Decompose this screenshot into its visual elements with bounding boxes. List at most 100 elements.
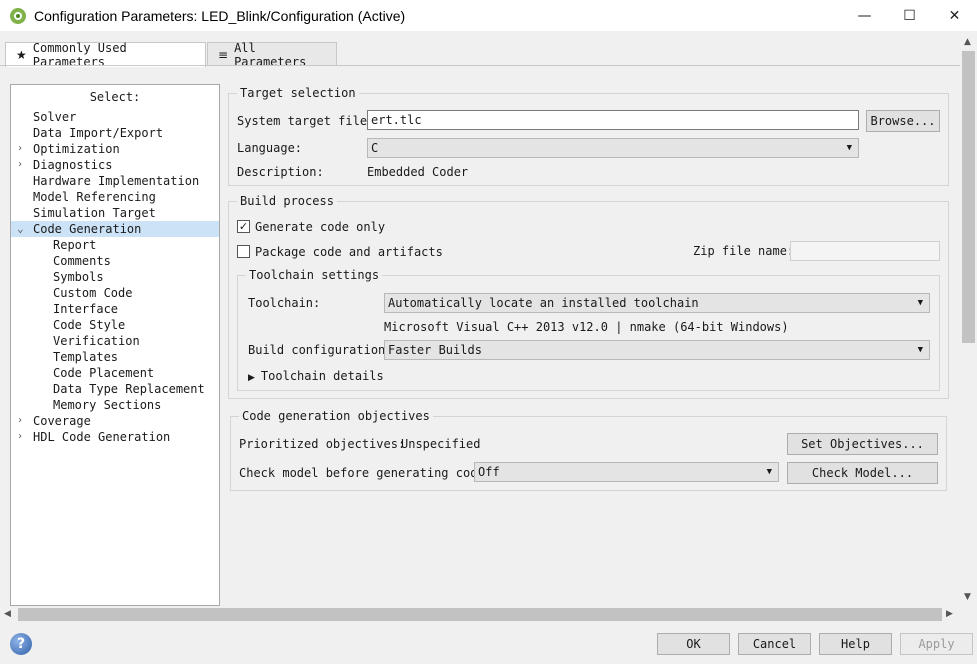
tree-item-symbols[interactable]: Symbols [11, 269, 219, 285]
tab-commonly-used[interactable]: ★ Commonly Used Parameters [5, 41, 206, 69]
group-title: Build process [237, 194, 337, 208]
group-title: Code generation objectives [239, 409, 433, 423]
generate-code-only-label: Generate code only [255, 220, 386, 234]
window-title: Configuration Parameters: LED_Blink/Conf… [34, 7, 406, 24]
chevron-down-icon[interactable]: ⌄ [17, 221, 24, 237]
build-configuration-label: Build configuration: [248, 343, 393, 357]
tree-item-interface[interactable]: Interface [11, 301, 219, 317]
tree-item-label: Interface [53, 302, 119, 316]
tab-bar: ★ Commonly Used Parameters ≡ All Paramet… [0, 41, 977, 69]
tree-item-label: Memory Sections [53, 398, 162, 412]
apply-button[interactable]: Apply [900, 633, 973, 655]
generate-code-only-checkbox[interactable]: ✓ [237, 220, 250, 233]
vertical-scroll-thumb[interactable] [962, 51, 975, 343]
scroll-right-icon[interactable]: ▶ [946, 609, 953, 619]
horizontal-scrollbar[interactable]: ◀ ▶ [0, 606, 960, 623]
zip-file-input[interactable] [790, 241, 940, 261]
set-objectives-button[interactable]: Set Objectives... [787, 433, 938, 455]
tree-item-hdl-code-generation[interactable]: › HDL Code Generation [11, 429, 219, 445]
list-icon: ≡ [218, 47, 229, 62]
toolchain-value: Automatically locate an installed toolch… [388, 296, 699, 310]
group-title: Target selection [237, 86, 359, 100]
tree-item-label: Coverage [33, 414, 91, 428]
system-target-input[interactable]: ert.tlc [367, 110, 859, 130]
cancel-button[interactable]: Cancel [738, 633, 811, 655]
minimize-button[interactable]: — [842, 0, 887, 31]
toolchain-details-toggle[interactable]: ▶ Toolchain details [248, 369, 384, 383]
tree-item-templates[interactable]: Templates [11, 349, 219, 365]
language-label: Language: [237, 141, 303, 155]
tree-item-label: Custom Code [53, 286, 133, 300]
tree-item-optimization[interactable]: › Optimization [11, 141, 219, 157]
check-model-value: Off [478, 465, 500, 479]
tree-item-memory-sections[interactable]: Memory Sections [11, 397, 219, 413]
tree-item-custom-code[interactable]: Custom Code [11, 285, 219, 301]
tree-item-hardware-implementation[interactable]: Hardware Implementation [11, 173, 219, 189]
scroll-left-icon[interactable]: ◀ [4, 609, 11, 619]
horizontal-scroll-thumb[interactable] [18, 608, 942, 621]
tree-item-label: Data Type Replacement [53, 382, 205, 396]
tree-item-label: Code Style [53, 318, 126, 332]
build-process-group: Build process ✓ Generate code only Packa… [228, 194, 949, 399]
dropdown-arrow-icon: ▼ [766, 467, 772, 477]
help-icon[interactable]: ? [10, 633, 32, 655]
category-tree: Select: Solver Data Import/Export › Optim… [10, 84, 220, 606]
tab-divider [0, 65, 960, 66]
tree-item-label: HDL Code Generation [33, 430, 171, 444]
chevron-right-icon[interactable]: › [17, 141, 23, 157]
scroll-down-icon[interactable]: ▼ [964, 592, 971, 602]
browse-button[interactable]: Browse... [866, 110, 940, 132]
toolchain-select[interactable]: Automatically locate an installed toolch… [384, 293, 930, 313]
package-code-label: Package code and artifacts [255, 245, 443, 259]
tree-item-verification[interactable]: Verification [11, 333, 219, 349]
tree-item-diagnostics[interactable]: › Diagnostics [11, 157, 219, 173]
tree-item-report[interactable]: Report [11, 237, 219, 253]
tree-title: Select: [89, 90, 141, 104]
tree-item-label: Hardware Implementation [33, 174, 200, 188]
tree-item-code-placement[interactable]: Code Placement [11, 365, 219, 381]
title-bar: Configuration Parameters: LED_Blink/Conf… [0, 0, 977, 31]
close-button[interactable]: ✕ [932, 0, 977, 31]
language-value: C [371, 141, 379, 155]
toolchain-info: Microsoft Visual C++ 2013 v12.0 | nmake … [384, 320, 789, 334]
check-model-label: Check model before generating code: [239, 466, 492, 480]
toolchain-label: Toolchain: [248, 296, 321, 310]
toolchain-settings-group: Toolchain settings Toolchain: Automatica… [237, 268, 940, 391]
build-configuration-select[interactable]: Faster Builds ▼ [384, 340, 930, 360]
tree-item-code-style[interactable]: Code Style [11, 317, 219, 333]
vertical-scrollbar[interactable]: ▲ ▼ [960, 34, 977, 606]
check-model-select[interactable]: Off ▼ [474, 462, 779, 482]
tree-item-label: Symbols [53, 270, 104, 284]
build-configuration-value: Faster Builds [388, 343, 482, 357]
tree-item-label: Comments [53, 254, 111, 268]
tab-all-parameters[interactable]: ≡ All Parameters [207, 41, 337, 69]
chevron-right-icon[interactable]: › [17, 429, 23, 445]
help-button[interactable]: Help [819, 633, 892, 655]
ok-button[interactable]: OK [657, 633, 730, 655]
tree-item-model-referencing[interactable]: Model Referencing [11, 189, 219, 205]
language-select[interactable]: C ▼ [367, 138, 859, 158]
tree-item-data-type-replacement[interactable]: Data Type Replacement [11, 381, 219, 397]
check-model-button[interactable]: Check Model... [787, 462, 938, 484]
tree-item-code-generation[interactable]: ⌄ Code Generation [11, 221, 219, 237]
tree-item-label: Data Import/Export [33, 126, 164, 140]
package-code-checkbox[interactable] [237, 245, 250, 258]
tree-item-comments[interactable]: Comments [11, 253, 219, 269]
tree-item-solver[interactable]: Solver [11, 109, 219, 125]
tree-item-simulation-target[interactable]: Simulation Target [11, 205, 219, 221]
toolchain-details-label: Toolchain details [260, 369, 384, 383]
chevron-right-icon[interactable]: › [17, 157, 23, 173]
prioritized-objectives-value: Unspecified [401, 437, 481, 451]
chevron-right-icon[interactable]: › [17, 413, 23, 429]
scroll-up-icon[interactable]: ▲ [964, 37, 971, 47]
tree-item-label: Report [53, 238, 97, 252]
tree-item-label: Diagnostics [33, 158, 113, 172]
tree-item-data-import-export[interactable]: Data Import/Export [11, 125, 219, 141]
tree-item-coverage[interactable]: › Coverage [11, 413, 219, 429]
maximize-button[interactable]: ☐ [887, 0, 932, 31]
code-generation-objectives-group: Code generation objectives Prioritized o… [230, 409, 947, 491]
tree-item-label: Code Generation [33, 222, 142, 236]
zip-file-label: Zip file name: [693, 244, 795, 258]
tree-item-label: Templates [53, 350, 119, 364]
target-selection-group: Target selection System target file: ert… [228, 86, 949, 186]
